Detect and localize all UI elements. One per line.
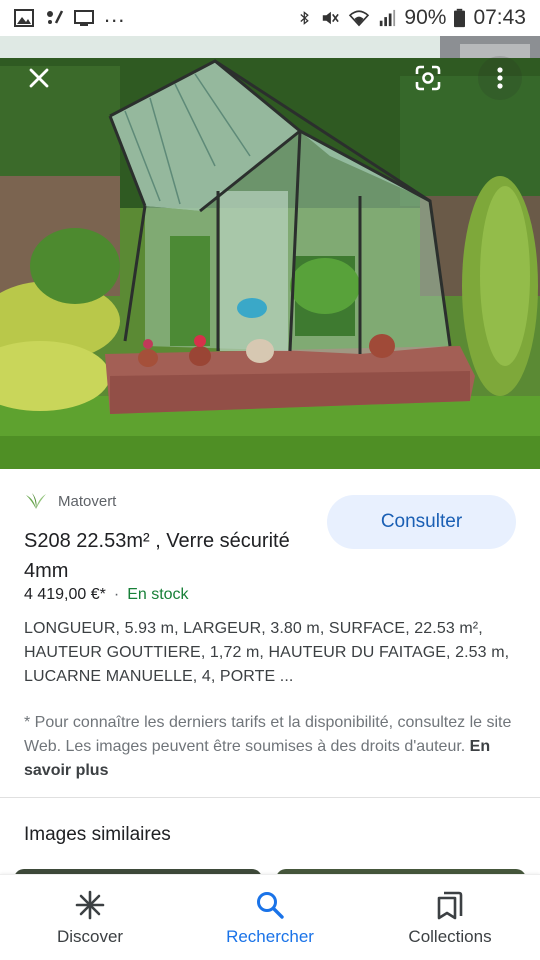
wifi-icon: [349, 10, 370, 27]
merchant-logo-icon: [26, 493, 46, 509]
bottom-navigation: Discover Rechercher Collections: [0, 874, 540, 960]
google-lens-icon: [415, 65, 441, 91]
signal-icon: [380, 9, 396, 27]
gallery-icon: [14, 9, 34, 27]
greenhouse-photo: [0, 36, 540, 469]
close-button[interactable]: [17, 56, 61, 100]
disclaimer-text: * Pour connaître les derniers tarifs et …: [24, 714, 512, 755]
mute-icon: [323, 11, 340, 25]
price-row: 4 419,00 €* · En stock: [24, 586, 189, 604]
separator: ·: [113, 586, 120, 603]
more-vert-icon: [497, 67, 503, 89]
divider: [0, 797, 540, 798]
voicemail-icon: [47, 10, 64, 24]
consult-button[interactable]: Consulter: [327, 495, 516, 549]
status-bar: ... 90% 07:43: [0, 0, 540, 36]
disclaimer: * Pour connaître les derniers tarifs et …: [24, 711, 520, 783]
more-notifications: ...: [104, 2, 126, 27]
nav-collections[interactable]: Collections: [360, 875, 540, 960]
nav-label-search: Rechercher: [226, 926, 314, 946]
google-lens-button[interactable]: [406, 56, 450, 100]
merchant[interactable]: Matovert: [24, 491, 116, 511]
screen-cast-icon: [74, 10, 94, 26]
product-image[interactable]: [0, 36, 540, 469]
battery-percent: 90%: [404, 6, 447, 29]
stock-status: En stock: [127, 586, 189, 603]
bluetooth-icon: [300, 11, 310, 25]
nav-discover[interactable]: Discover: [0, 875, 180, 960]
collections-icon: [437, 891, 463, 919]
nav-search[interactable]: Rechercher: [180, 875, 360, 960]
product-description: LONGUEUR, 5.93 m, LARGEUR, 3.80 m, SURFA…: [24, 620, 510, 685]
search-icon: [257, 891, 284, 919]
close-icon: [29, 68, 49, 88]
similar-images-heading: Images similaires: [24, 824, 171, 845]
merchant-name: Matovert: [58, 492, 117, 510]
product-price: 4 419,00 €*: [24, 586, 106, 603]
clock: 07:43: [473, 6, 526, 29]
battery-icon: [454, 8, 466, 28]
nav-label-collections: Collections: [408, 926, 492, 946]
more-options-button[interactable]: [478, 56, 522, 100]
asterisk-icon: [75, 890, 105, 919]
product-title: S208 22.53m² , Verre sécurité 4mm: [24, 530, 290, 582]
nav-label-discover: Discover: [56, 926, 124, 946]
